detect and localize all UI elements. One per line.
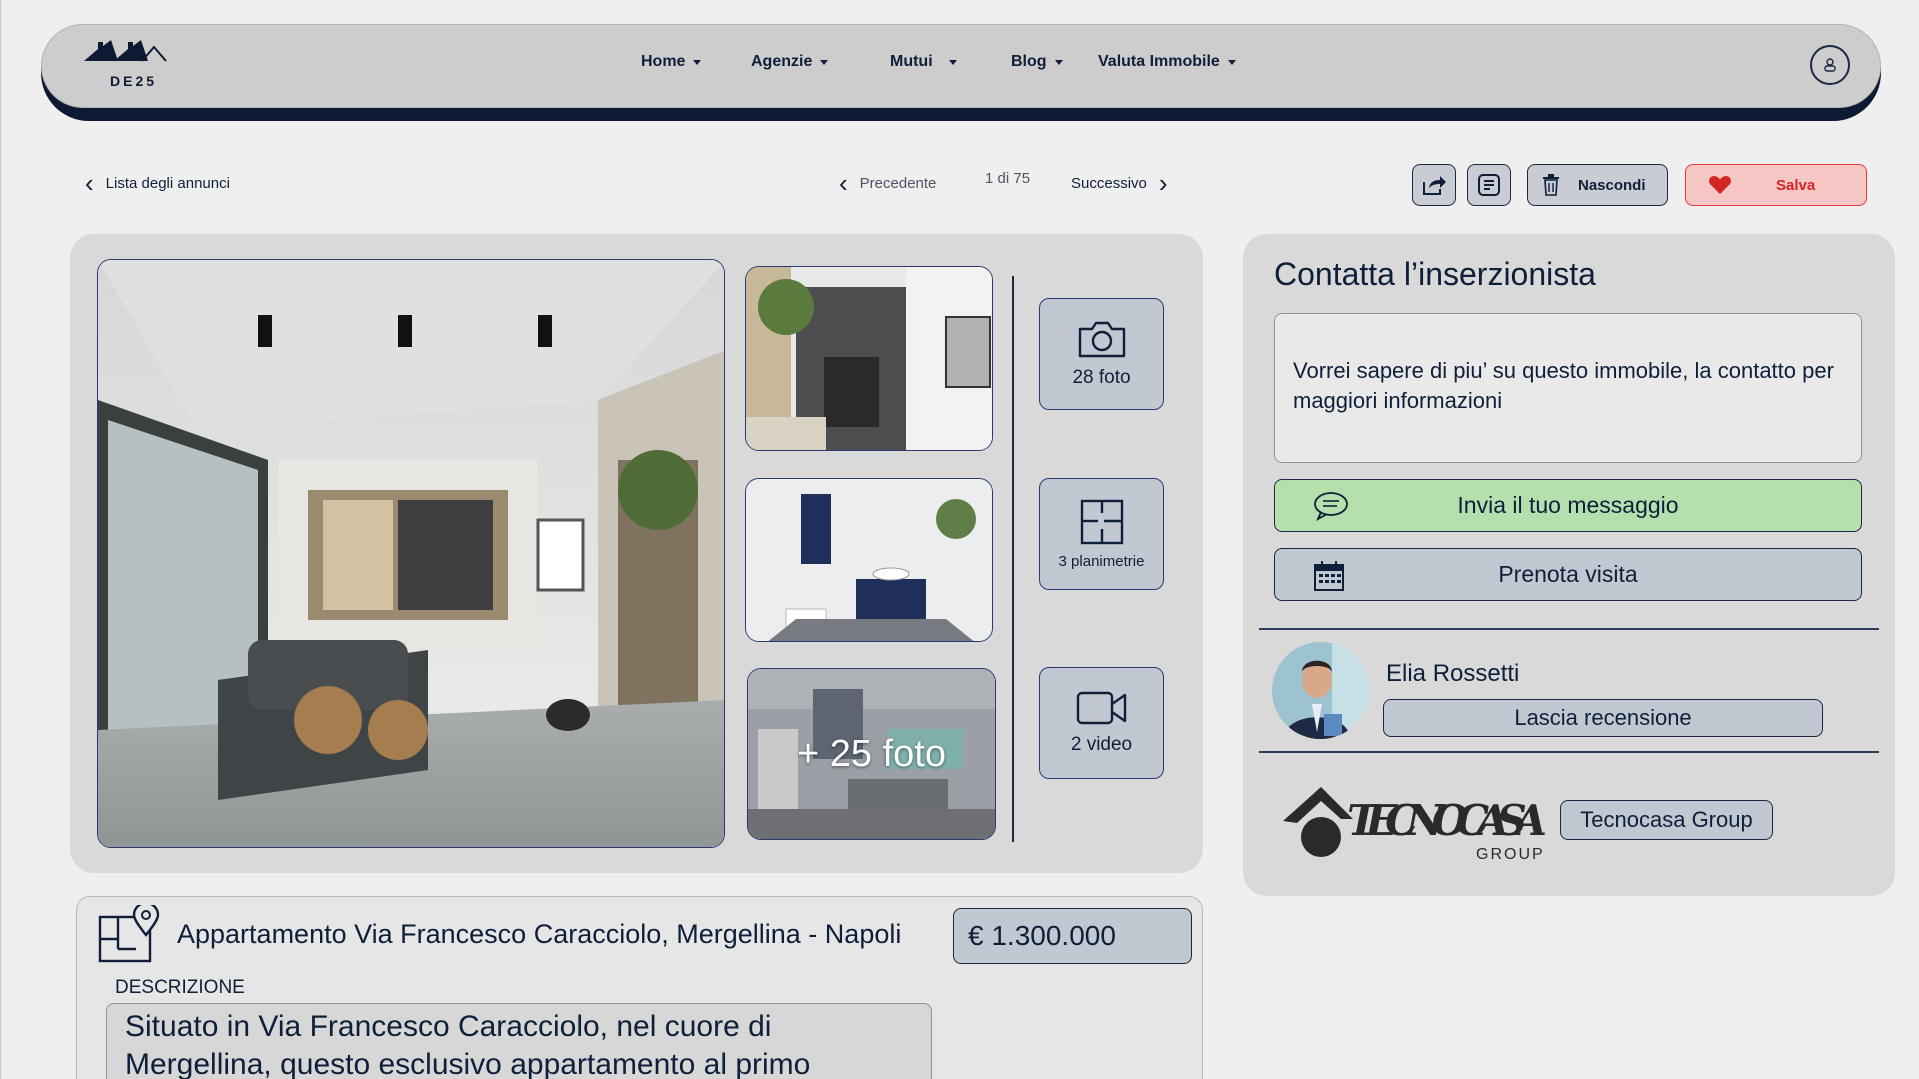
photos-label: 28 foto bbox=[1072, 367, 1131, 388]
notes-icon bbox=[1478, 174, 1500, 196]
agent-name: Elia Rossetti bbox=[1386, 660, 1520, 687]
nav-valuta-label: Valuta Immobile bbox=[1098, 53, 1220, 70]
caret-down-icon bbox=[1227, 59, 1236, 65]
living-room-image bbox=[98, 260, 724, 847]
video-camera-icon bbox=[1076, 691, 1126, 725]
next-link[interactable]: Successivo › bbox=[1071, 170, 1168, 196]
previous-link[interactable]: ‹ Precedente bbox=[839, 170, 936, 196]
caret-down-icon bbox=[693, 59, 702, 65]
hide-button[interactable]: Nascondi bbox=[1527, 164, 1668, 206]
floorplans-button[interactable]: 3 planimetrie bbox=[1039, 478, 1164, 590]
thumbnail-kitchen[interactable] bbox=[745, 266, 993, 451]
save-label: Salva bbox=[1776, 176, 1816, 194]
previous-label: Precedente bbox=[859, 174, 937, 192]
chevron-left-icon: ‹ bbox=[839, 168, 848, 198]
videos-button[interactable]: 2 video bbox=[1039, 667, 1164, 779]
chevron-right-icon: › bbox=[1158, 168, 1168, 198]
nav-valuta-immobile[interactable]: Valuta Immobile bbox=[1098, 53, 1236, 71]
nav-agenzie-label: Agenzie bbox=[751, 53, 813, 70]
nav-blog[interactable]: Blog bbox=[1011, 53, 1063, 71]
back-to-list-label: Lista degli annunci bbox=[105, 174, 230, 192]
description-text: Situato in Via Francesco Caracciolo, nel… bbox=[106, 1003, 932, 1079]
camera-icon bbox=[1078, 321, 1125, 358]
send-message-label: Invia il tuo messaggio bbox=[1457, 492, 1679, 518]
send-message-button[interactable]: Invia il tuo messaggio bbox=[1274, 479, 1862, 532]
caret-down-icon bbox=[1054, 59, 1063, 65]
agent-photo-image bbox=[1272, 642, 1369, 739]
nav-mutui-label: Mutui bbox=[890, 53, 933, 70]
listing-title: Appartamento Via Francesco Caracciolo, M… bbox=[177, 919, 902, 949]
nav-agenzie[interactable]: Agenzie bbox=[751, 53, 829, 71]
pagination-label: 1 di 75 bbox=[985, 170, 1031, 187]
contact-panel: Contatta l’inserzionista Vorrei sapere d… bbox=[1243, 234, 1895, 896]
caret-down-icon bbox=[948, 59, 957, 65]
tecnocasa-logo-icon[interactable]: TECNOCASA GROUP bbox=[1281, 779, 1551, 864]
notes-button[interactable] bbox=[1467, 164, 1511, 206]
book-visit-label: Prenota visita bbox=[1498, 561, 1638, 587]
caret-down-icon bbox=[820, 59, 829, 65]
next-label: Successivo bbox=[1071, 174, 1147, 192]
photo-gallery: + 25 foto 28 foto 3 planimetrie 2 video bbox=[70, 234, 1203, 873]
back-to-list-link[interactable]: ‹ Lista degli annunci bbox=[85, 170, 230, 196]
heart-icon bbox=[1709, 176, 1731, 194]
agent-avatar[interactable] bbox=[1272, 642, 1369, 739]
trash-icon bbox=[1543, 174, 1559, 196]
thumbnail-bathroom[interactable] bbox=[745, 478, 993, 642]
floorplans-label: 3 planimetrie bbox=[1058, 552, 1145, 570]
navbar-bar: DE25 Home Agenzie Mutui Blog Valuta Immo… bbox=[41, 24, 1881, 108]
agency-button[interactable]: Tecnocasa Group bbox=[1560, 800, 1773, 840]
book-visit-button[interactable]: Prenota visita bbox=[1274, 548, 1862, 601]
more-photos-label: + 25 foto bbox=[797, 732, 946, 775]
save-button[interactable]: Salva bbox=[1685, 164, 1867, 206]
nav-mutui[interactable]: Mutui bbox=[890, 53, 957, 71]
message-textarea[interactable]: Vorrei sapere di piu’ su questo immobile… bbox=[1274, 313, 1862, 463]
leave-review-button[interactable]: Lascia recensione bbox=[1383, 699, 1823, 737]
tecnocasa-logo-text: TECNOCASA bbox=[1347, 796, 1547, 845]
gallery-divider bbox=[1012, 276, 1014, 842]
description-heading: DESCRIZIONE bbox=[115, 977, 245, 998]
nav-blog-label: Blog bbox=[1011, 53, 1047, 70]
contact-title: Contatta l’inserzionista bbox=[1274, 256, 1596, 292]
map-pin-icon bbox=[98, 905, 160, 963]
kitchen-image bbox=[746, 267, 992, 450]
divider bbox=[1259, 751, 1879, 753]
chevron-left-icon: ‹ bbox=[85, 168, 94, 198]
page: DE25 Home Agenzie Mutui Blog Valuta Immo… bbox=[0, 0, 1919, 1079]
tecnocasa-logo-subtext: GROUP bbox=[1476, 846, 1545, 863]
photos-button[interactable]: 28 foto bbox=[1039, 298, 1164, 410]
share-button[interactable] bbox=[1412, 164, 1456, 206]
pagination-counter: 1 di 75 bbox=[985, 170, 1030, 187]
user-icon bbox=[1824, 58, 1836, 72]
price-badge: € 1.300.000 bbox=[953, 908, 1192, 964]
videos-label: 2 video bbox=[1070, 734, 1133, 755]
share-icon bbox=[1423, 176, 1446, 195]
divider bbox=[1259, 628, 1879, 630]
main-photo[interactable] bbox=[97, 259, 725, 848]
thumbnail-more-photos[interactable]: + 25 foto bbox=[747, 668, 996, 840]
nav-home[interactable]: Home bbox=[641, 53, 702, 71]
hide-label: Nascondi bbox=[1578, 176, 1646, 194]
floorplan-icon bbox=[1080, 499, 1123, 544]
nav-home-label: Home bbox=[641, 53, 686, 70]
user-account-button[interactable] bbox=[1810, 45, 1850, 85]
bathroom-image bbox=[746, 479, 992, 641]
main-menu: Home Agenzie Mutui Blog Valuta Immobile bbox=[42, 53, 1880, 83]
listing-details: Appartamento Via Francesco Caracciolo, M… bbox=[76, 896, 1203, 1079]
navbar: DE25 Home Agenzie Mutui Blog Valuta Immo… bbox=[41, 24, 1881, 121]
